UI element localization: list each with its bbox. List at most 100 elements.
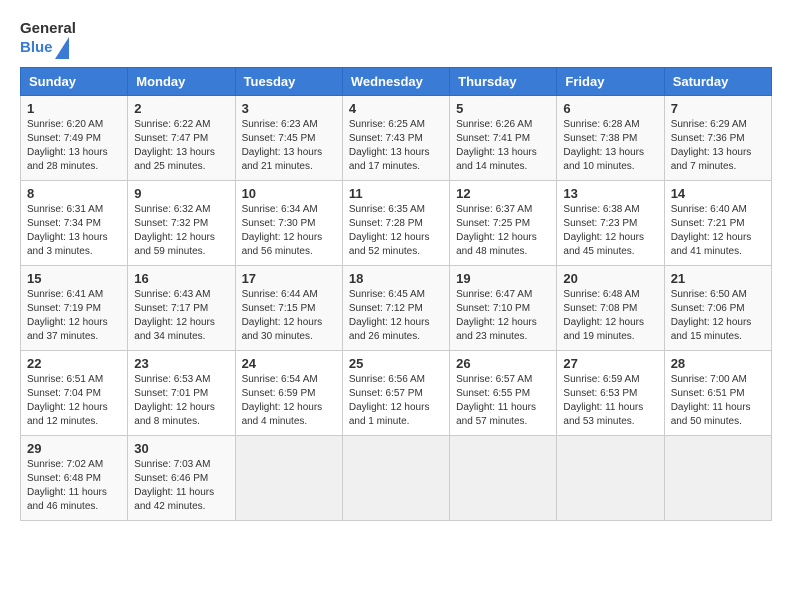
cell-info: Sunrise: 6:22 AMSunset: 7:47 PMDaylight:… [134, 118, 228, 174]
calendar-cell: 5 Sunrise: 6:26 AMSunset: 7:41 PMDaylight… [450, 96, 557, 181]
calendar-cell: 20 Sunrise: 6:48 AMSunset: 7:08 PMDayligh… [557, 266, 664, 351]
calendar-cell: 2 Sunrise: 6:22 AMSunset: 7:47 PMDaylight… [128, 96, 235, 181]
calendar-cell: 19Sunrise: 6:47 AMSunset: 7:10 PMDayligh… [450, 266, 557, 351]
cell-info: Sunrise: 6:44 AMSunset: 7:15 PMDaylight:… [242, 288, 336, 344]
weekday-header: Wednesday [342, 68, 449, 96]
day-number: 30 [134, 441, 228, 456]
weekday-header: Thursday [450, 68, 557, 96]
calendar-cell: 11Sunrise: 6:35 AMSunset: 7:28 PMDayligh… [342, 181, 449, 266]
cell-info: Sunrise: 6:26 AMSunset: 7:41 PMDaylight:… [456, 118, 550, 174]
calendar-cell [342, 436, 449, 521]
day-number: 25 [349, 356, 443, 371]
day-number: 2 [134, 101, 228, 116]
cell-info: Sunrise: 6:28 AMSunset: 7:38 PMDaylight:… [563, 118, 657, 174]
cell-info: Sunrise: 6:50 AMSunset: 7:06 PMDaylight:… [671, 288, 765, 344]
logo-box: General Blue [20, 20, 76, 57]
calendar-cell: 12 Sunrise: 6:37 AMSunset: 7:25 PMDayligh… [450, 181, 557, 266]
cell-info: Sunrise: 6:37 AMSunset: 7:25 PMDaylight:… [456, 203, 550, 259]
day-number: 9 [134, 186, 228, 201]
calendar-cell: 26Sunrise: 6:57 AMSunset: 6:55 PMDayligh… [450, 351, 557, 436]
day-number: 19 [456, 271, 550, 286]
cell-info: Sunrise: 6:38 AMSunset: 7:23 PMDaylight:… [563, 203, 657, 259]
calendar-cell: 15 Sunrise: 6:41 AMSunset: 7:19 PMDayligh… [21, 266, 128, 351]
weekday-header: Monday [128, 68, 235, 96]
day-number: 6 [563, 101, 657, 116]
day-number: 8 [27, 186, 121, 201]
logo: General Blue [20, 20, 76, 57]
weekday-header: Friday [557, 68, 664, 96]
cell-info: Sunrise: 6:32 AMSunset: 7:32 PMDaylight:… [134, 203, 228, 259]
calendar-cell: 27 Sunrise: 6:59 AMSunset: 6:53 PMDayligh… [557, 351, 664, 436]
day-number: 26 [456, 356, 550, 371]
calendar-week-row: 22 Sunrise: 6:51 AMSunset: 7:04 PMDayligh… [21, 351, 772, 436]
cell-info: Sunrise: 6:40 AMSunset: 7:21 PMDaylight:… [671, 203, 765, 259]
calendar-cell: 22 Sunrise: 6:51 AMSunset: 7:04 PMDayligh… [21, 351, 128, 436]
calendar-cell: 25 Sunrise: 6:56 AMSunset: 6:57 PMDayligh… [342, 351, 449, 436]
day-number: 5 [456, 101, 550, 116]
calendar-cell: 21Sunrise: 6:50 AMSunset: 7:06 PMDayligh… [664, 266, 771, 351]
cell-info: Sunrise: 6:41 AMSunset: 7:19 PMDaylight:… [27, 288, 121, 344]
cell-info: Sunrise: 6:53 AMSunset: 7:01 PMDaylight:… [134, 373, 228, 429]
calendar-cell: 28 Sunrise: 7:00 AMSunset: 6:51 PMDayligh… [664, 351, 771, 436]
cell-info: Sunrise: 6:56 AMSunset: 6:57 PMDaylight:… [349, 373, 443, 429]
day-number: 4 [349, 101, 443, 116]
calendar-cell: 23 Sunrise: 6:53 AMSunset: 7:01 PMDayligh… [128, 351, 235, 436]
calendar-cell: 30Sunrise: 7:03 AMSunset: 6:46 PMDayligh… [128, 436, 235, 521]
cell-info: Sunrise: 6:54 AMSunset: 6:59 PMDaylight:… [242, 373, 336, 429]
calendar-cell [664, 436, 771, 521]
calendar-week-row: 1 Sunrise: 6:20 AMSunset: 7:49 PMDaylight… [21, 96, 772, 181]
day-number: 18 [349, 271, 443, 286]
weekday-header: Saturday [664, 68, 771, 96]
day-number: 20 [563, 271, 657, 286]
day-number: 28 [671, 356, 765, 371]
cell-info: Sunrise: 6:20 AMSunset: 7:49 PMDaylight:… [27, 118, 121, 174]
day-number: 22 [27, 356, 121, 371]
day-number: 27 [563, 356, 657, 371]
calendar-cell: 8Sunrise: 6:31 AMSunset: 7:34 PMDaylight… [21, 181, 128, 266]
day-number: 13 [563, 186, 657, 201]
day-number: 15 [27, 271, 121, 286]
calendar-week-row: 15 Sunrise: 6:41 AMSunset: 7:19 PMDayligh… [21, 266, 772, 351]
cell-info: Sunrise: 6:43 AMSunset: 7:17 PMDaylight:… [134, 288, 228, 344]
day-number: 7 [671, 101, 765, 116]
logo-blue: Blue [20, 39, 53, 56]
cell-info: Sunrise: 6:51 AMSunset: 7:04 PMDaylight:… [27, 373, 121, 429]
logo-general: General [20, 20, 76, 37]
calendar-cell: 3 Sunrise: 6:23 AMSunset: 7:45 PMDaylight… [235, 96, 342, 181]
day-number: 12 [456, 186, 550, 201]
day-number: 1 [27, 101, 121, 116]
calendar-table: SundayMondayTuesdayWednesdayThursdayFrid… [20, 67, 772, 521]
calendar-cell: 14 Sunrise: 6:40 AMSunset: 7:21 PMDayligh… [664, 181, 771, 266]
day-number: 24 [242, 356, 336, 371]
cell-info: Sunrise: 6:34 AMSunset: 7:30 PMDaylight:… [242, 203, 336, 259]
day-number: 17 [242, 271, 336, 286]
calendar-cell: 16Sunrise: 6:43 AMSunset: 7:17 PMDayligh… [128, 266, 235, 351]
cell-info: Sunrise: 6:59 AMSunset: 6:53 PMDaylight:… [563, 373, 657, 429]
logo-triangle-icon [55, 37, 69, 59]
day-number: 10 [242, 186, 336, 201]
calendar-week-row: 8Sunrise: 6:31 AMSunset: 7:34 PMDaylight… [21, 181, 772, 266]
weekday-header: Tuesday [235, 68, 342, 96]
weekday-header-row: SundayMondayTuesdayWednesdayThursdayFrid… [21, 68, 772, 96]
calendar-cell: 29Sunrise: 7:02 AMSunset: 6:48 PMDayligh… [21, 436, 128, 521]
cell-info: Sunrise: 6:29 AMSunset: 7:36 PMDaylight:… [671, 118, 765, 174]
calendar-cell: 13 Sunrise: 6:38 AMSunset: 7:23 PMDayligh… [557, 181, 664, 266]
cell-info: Sunrise: 6:23 AMSunset: 7:45 PMDaylight:… [242, 118, 336, 174]
calendar-cell: 17 Sunrise: 6:44 AMSunset: 7:15 PMDayligh… [235, 266, 342, 351]
day-number: 3 [242, 101, 336, 116]
calendar-cell: 6 Sunrise: 6:28 AMSunset: 7:38 PMDaylight… [557, 96, 664, 181]
page-header: General Blue [20, 20, 772, 57]
day-number: 11 [349, 186, 443, 201]
cell-info: Sunrise: 6:48 AMSunset: 7:08 PMDaylight:… [563, 288, 657, 344]
calendar-cell: 4 Sunrise: 6:25 AMSunset: 7:43 PMDaylight… [342, 96, 449, 181]
calendar-cell [557, 436, 664, 521]
day-number: 23 [134, 356, 228, 371]
calendar-cell: 18Sunrise: 6:45 AMSunset: 7:12 PMDayligh… [342, 266, 449, 351]
calendar-cell: 9 Sunrise: 6:32 AMSunset: 7:32 PMDaylight… [128, 181, 235, 266]
cell-info: Sunrise: 6:25 AMSunset: 7:43 PMDaylight:… [349, 118, 443, 174]
calendar-cell: 7 Sunrise: 6:29 AMSunset: 7:36 PMDaylight… [664, 96, 771, 181]
day-number: 14 [671, 186, 765, 201]
calendar-cell [235, 436, 342, 521]
cell-info: Sunrise: 7:00 AMSunset: 6:51 PMDaylight:… [671, 373, 765, 429]
cell-info: Sunrise: 7:02 AMSunset: 6:48 PMDaylight:… [27, 458, 121, 514]
